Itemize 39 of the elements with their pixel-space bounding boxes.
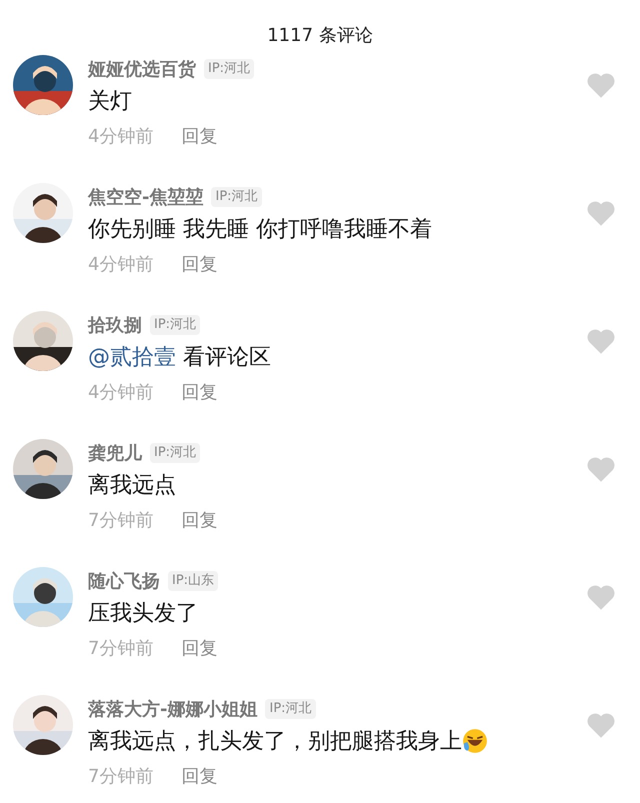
reply-button[interactable]: 回复 [181, 378, 218, 406]
laughing-emoji-icon [462, 728, 488, 754]
comment-time: 7分钟前 [88, 764, 154, 788]
comment-time: 4分钟前 [88, 380, 154, 404]
comment-time: 7分钟前 [88, 636, 154, 660]
reply-button[interactable]: 回复 [181, 250, 218, 278]
heart-icon[interactable] [586, 200, 616, 227]
username[interactable]: 娅娅优选百货 [88, 56, 196, 82]
username[interactable]: 焦空空-焦堃堃 [88, 184, 204, 210]
comment-text: 关灯 [88, 88, 133, 116]
heart-icon[interactable] [586, 72, 616, 99]
comment-text: @贰拾壹 看评论区 [88, 339, 586, 375]
heart-icon[interactable] [586, 584, 616, 611]
comment-text: 离我远点，扎头发了，别把腿搭我身上 [88, 723, 586, 759]
comment-text: 压我头发了 [88, 600, 199, 628]
heart-icon[interactable] [586, 328, 616, 355]
ip-location-tag: IP:河北 [204, 59, 254, 79]
comment-text: 你先别睡 我先睡 你打呼噜我睡不着 [88, 216, 433, 244]
comment-text: 离我远点 [88, 472, 177, 500]
username[interactable]: 落落大方-娜娜小姐姐 [88, 696, 258, 722]
mention-link[interactable]: @贰拾壹 [88, 340, 176, 374]
comment-time: 4分钟前 [88, 124, 154, 148]
heart-icon[interactable] [586, 712, 616, 739]
username[interactable]: 随心飞扬 [88, 568, 160, 594]
username[interactable]: 龚兜儿 [88, 440, 142, 466]
reply-button[interactable]: 回复 [181, 506, 218, 534]
heart-icon[interactable] [586, 456, 616, 483]
comment-time: 4分钟前 [88, 252, 154, 276]
ip-location-tag: IP:河北 [150, 315, 200, 335]
reply-button[interactable]: 回复 [181, 762, 218, 790]
username[interactable]: 拾玖捌 [88, 312, 142, 338]
reply-button[interactable]: 回复 [181, 122, 218, 150]
comment-time: 7分钟前 [88, 508, 154, 532]
reply-button[interactable]: 回复 [181, 634, 218, 662]
ip-location-tag: IP:山东 [168, 571, 218, 591]
ip-location-tag: IP:河北 [265, 699, 316, 719]
ip-location-tag: IP:河北 [150, 443, 200, 463]
ip-location-tag: IP:河北 [211, 187, 262, 207]
comment-count-title: 1117 条评论 [267, 24, 373, 48]
